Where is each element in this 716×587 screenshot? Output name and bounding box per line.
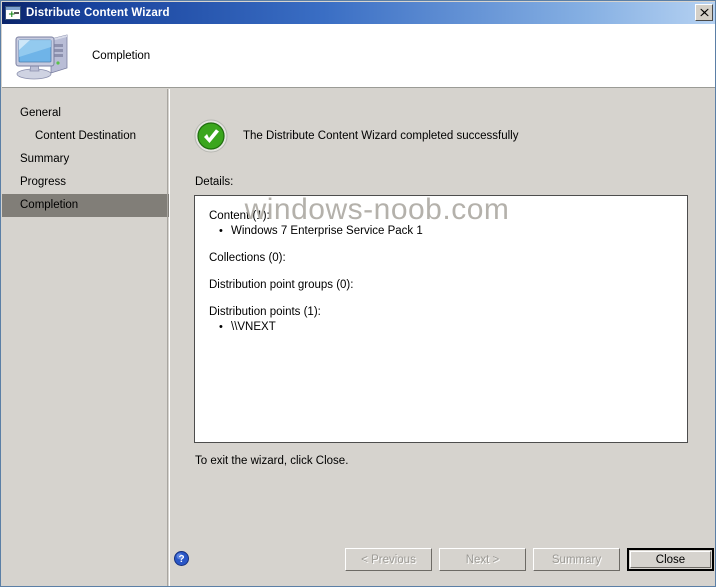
detail-heading: Distribution points (1):: [209, 306, 321, 318]
detail-heading: Distribution point groups (0):: [209, 279, 354, 291]
page-title: Completion: [92, 49, 151, 62]
computer-icon: [14, 30, 76, 82]
detail-bullet-list: Windows 7 Enterprise Service Pack 1: [209, 224, 673, 239]
list-item: Windows 7 Enterprise Service Pack 1: [209, 224, 673, 239]
wizard-window-icon: +: [5, 6, 21, 20]
wizard-body: General Content Destination Summary Prog…: [2, 89, 715, 586]
previous-button[interactable]: < Previous: [345, 548, 432, 571]
distribute-content-wizard-window: + Distribute Content Wizard Completion G…: [0, 0, 716, 587]
exit-hint-text: To exit the wizard, click Close.: [195, 455, 349, 467]
wizard-header: Completion: [2, 24, 715, 88]
green-check-circle-glyph: [194, 119, 228, 153]
success-status-row: The Distribute Content Wizard completed …: [194, 119, 518, 153]
detail-heading: Collections (0):: [209, 252, 286, 264]
wizard-main-panel: The Distribute Content Wizard completed …: [170, 89, 715, 586]
sidebar-nav-list: General Content Destination Summary Prog…: [2, 89, 169, 217]
wizard-sidebar: General Content Destination Summary Prog…: [2, 89, 170, 586]
details-panel[interactable]: Content (1): Windows 7 Enterprise Servic…: [194, 195, 688, 443]
detail-group-distribution-points: Distribution points (1): \\VNEXT: [209, 305, 673, 335]
detail-heading: Content (1):: [209, 210, 270, 222]
window-title: Distribute Content Wizard: [26, 7, 170, 19]
title-bar: + Distribute Content Wizard: [2, 2, 715, 24]
sidebar-item-progress[interactable]: Progress: [2, 171, 169, 194]
detail-bullet-list: \\VNEXT: [209, 320, 673, 335]
sidebar-item-completion[interactable]: Completion: [2, 194, 169, 217]
sidebar-item-general[interactable]: General: [2, 102, 169, 125]
next-button[interactable]: Next >: [439, 548, 526, 571]
sidebar-item-content-destination[interactable]: Content Destination: [2, 125, 169, 148]
wizard-button-row: < Previous Next > Summary Close: [345, 548, 714, 571]
computer-icon-glyph: [15, 33, 68, 79]
success-message: The Distribute Content Wizard completed …: [243, 130, 519, 142]
close-button-label: Close: [655, 553, 686, 566]
summary-button[interactable]: Summary: [533, 548, 620, 571]
close-x-glyph: [699, 8, 709, 17]
close-icon[interactable]: [695, 4, 713, 21]
detail-group-distribution-point-groups: Distribution point groups (0):: [209, 278, 673, 293]
svg-text:?: ?: [178, 554, 184, 565]
green-check-circle-icon: [194, 119, 228, 153]
detail-group-collections: Collections (0):: [209, 251, 673, 266]
help-question-icon[interactable]: ?: [174, 551, 189, 566]
list-item: \\VNEXT: [209, 320, 673, 335]
detail-group-content: Content (1): Windows 7 Enterprise Servic…: [209, 209, 673, 239]
help-question-glyph: ?: [174, 551, 189, 566]
details-label: Details:: [195, 176, 234, 188]
close-button[interactable]: Close: [627, 548, 714, 571]
sidebar-item-summary[interactable]: Summary: [2, 148, 169, 171]
